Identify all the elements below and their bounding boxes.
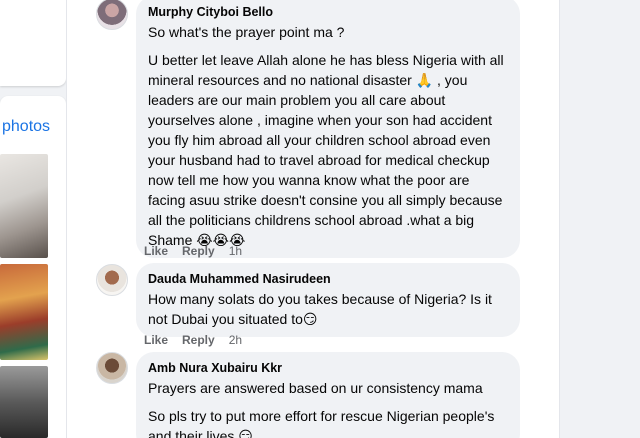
comment-text: So what's the prayer point ma ? [148,24,345,40]
photos-section-title[interactable]: photos [2,118,50,136]
reply-button[interactable]: Reply [182,244,215,258]
comment-text: So pls try to put more effort for rescue… [148,408,499,438]
comment-bubble: Murphy Cityboi Bello So what's the praye… [136,0,520,258]
avatar[interactable] [96,264,128,296]
photo-thumbnail[interactable] [0,264,48,360]
like-button[interactable]: Like [144,244,168,258]
reply-button[interactable]: Reply [182,333,215,347]
left-sidebar-card [0,0,66,86]
photo-thumbnail[interactable] [0,154,48,258]
comment-timestamp[interactable]: 1h [229,244,242,258]
comment-text: U better let leave Allah alone he has bl… [148,52,508,248]
comment-bubble: Dauda Muhammed Nasirudeen How many solat… [136,263,520,337]
comment-author[interactable]: Murphy Cityboi Bello [148,4,508,20]
comment-timestamp[interactable]: 2h [229,333,242,347]
comment-author[interactable]: Amb Nura Xubairu Kkr [148,360,508,376]
avatar[interactable] [96,352,128,384]
photo-thumbnail[interactable] [0,366,48,438]
comment-text: How many solats do you takes because of … [148,291,496,327]
comment-bubble: Amb Nura Xubairu Kkr Prayers are answere… [136,352,520,438]
comment-text: Prayers are answered based on ur consist… [148,380,483,396]
comment-author[interactable]: Dauda Muhammed Nasirudeen [148,271,508,287]
like-button[interactable]: Like [144,333,168,347]
right-gutter [560,0,640,438]
comment-actions: Like Reply 1h [144,244,242,258]
comment-actions: Like Reply 2h [144,333,242,347]
